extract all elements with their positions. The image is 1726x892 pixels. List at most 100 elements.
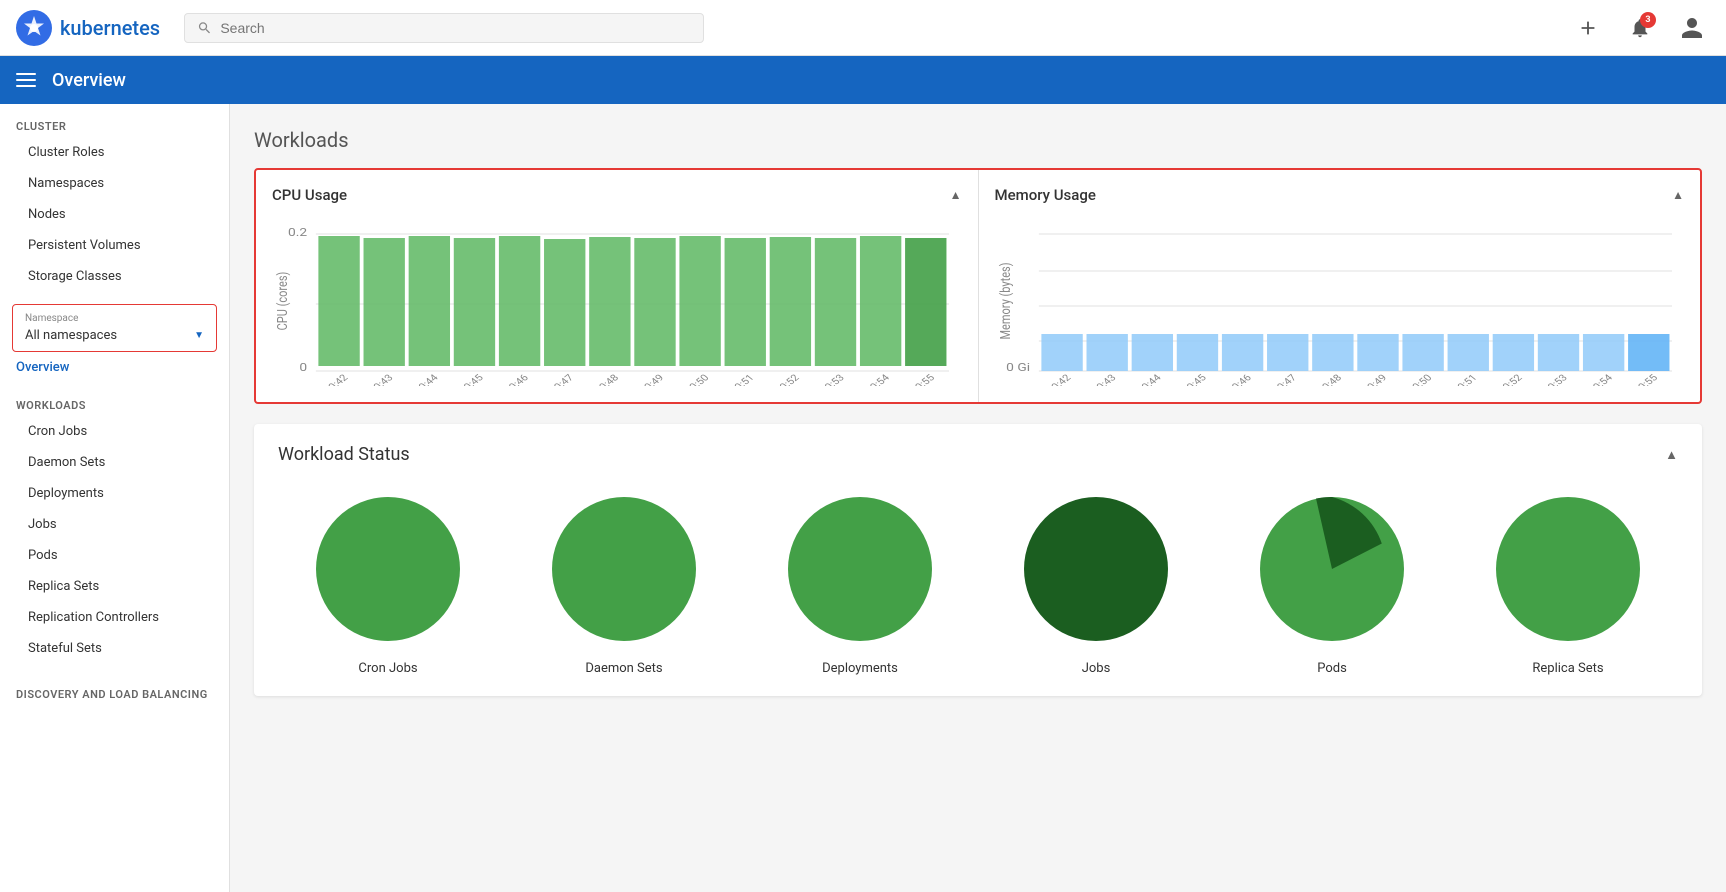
- sidebar-item-jobs[interactable]: Jobs: [0, 509, 229, 540]
- topbar-logo: kubernetes: [16, 10, 160, 46]
- cluster-section-label: Cluster: [0, 104, 229, 137]
- namespace-select[interactable]: All namespaces ▼: [25, 328, 204, 343]
- svg-text:10:52: 10:52: [774, 373, 803, 386]
- charts-container: CPU Usage ▲ 0.2 0 CPU (cores): [254, 168, 1702, 404]
- memory-chart-title: Memory Usage: [995, 186, 1096, 204]
- svg-text:10:49: 10:49: [638, 373, 667, 386]
- topbar: kubernetes 3: [0, 0, 1726, 56]
- add-button[interactable]: [1570, 10, 1606, 46]
- svg-text:10:45: 10:45: [458, 373, 487, 386]
- svg-text:10:52: 10:52: [1496, 373, 1525, 386]
- svg-text:10:42: 10:42: [322, 373, 351, 386]
- cpu-chart-collapse[interactable]: ▲: [950, 188, 962, 202]
- workload-status-card: Workload Status ▲ Cron Jobs Daemon Sets: [254, 424, 1702, 696]
- svg-text:0 Gi: 0 Gi: [1006, 361, 1030, 374]
- svg-text:10:45: 10:45: [1180, 373, 1209, 386]
- svg-text:10:47: 10:47: [1270, 373, 1299, 386]
- svg-text:10:46: 10:46: [503, 373, 532, 386]
- cron-jobs-label: Cron Jobs: [358, 661, 417, 676]
- svg-text:0: 0: [299, 361, 307, 374]
- svg-text:10:43: 10:43: [367, 373, 396, 386]
- workloads-section-label: Workloads: [0, 383, 229, 416]
- notifications-button[interactable]: 3: [1622, 10, 1658, 46]
- memory-chart-svg: Memory (bytes) 0 Gi: [995, 216, 1685, 386]
- sidebar-item-replica-sets[interactable]: Replica Sets: [0, 571, 229, 602]
- svg-text:10:44: 10:44: [1135, 373, 1164, 386]
- discovery-section-label: Discovery and Load Balancing: [0, 672, 229, 705]
- workload-item-deployments: Deployments: [780, 489, 940, 676]
- page-title: Overview: [52, 70, 126, 91]
- replica-sets-pie: [1488, 489, 1648, 649]
- workload-item-replica-sets: Replica Sets: [1488, 489, 1648, 676]
- daemon-sets-label: Daemon Sets: [585, 661, 662, 676]
- kubernetes-logo-icon: [16, 10, 52, 46]
- sidebar-item-cluster-roles[interactable]: Cluster Roles: [0, 137, 229, 168]
- search-icon: [197, 20, 212, 36]
- hamburger-button[interactable]: [16, 73, 36, 87]
- sidebar-item-persistent-volumes[interactable]: Persistent Volumes: [0, 230, 229, 261]
- jobs-label: Jobs: [1082, 661, 1111, 676]
- sidebar-item-deployments[interactable]: Deployments: [0, 478, 229, 509]
- sidebar-item-nodes[interactable]: Nodes: [0, 199, 229, 230]
- sidebar-item-daemon-sets[interactable]: Daemon Sets: [0, 447, 229, 478]
- sidebar-item-cron-jobs[interactable]: Cron Jobs: [0, 416, 229, 447]
- topbar-search-box[interactable]: [184, 13, 704, 43]
- workload-item-cron-jobs: Cron Jobs: [308, 489, 468, 676]
- cpu-chart-header: CPU Usage ▲: [272, 186, 962, 204]
- sidebar-item-overview[interactable]: Overview: [0, 352, 229, 383]
- memory-chart-collapse[interactable]: ▲: [1672, 188, 1684, 202]
- sidebar: Cluster Cluster Roles Namespaces Nodes P…: [0, 104, 230, 892]
- svg-text:10:54: 10:54: [1586, 373, 1615, 386]
- svg-text:10:50: 10:50: [1406, 373, 1435, 386]
- sidebar-item-pods[interactable]: Pods: [0, 540, 229, 571]
- deployments-label: Deployments: [822, 661, 898, 676]
- sidebar-item-replication-controllers[interactable]: Replication Controllers: [0, 602, 229, 633]
- header-bar: Overview: [0, 56, 1726, 104]
- svg-text:10:47: 10:47: [548, 373, 577, 386]
- svg-text:10:48: 10:48: [1316, 373, 1345, 386]
- namespace-value: All namespaces: [25, 328, 117, 343]
- workload-status-collapse[interactable]: ▲: [1665, 447, 1678, 463]
- svg-text:10:42: 10:42: [1045, 373, 1074, 386]
- memory-chart-panel: Memory Usage ▲ Memory (bytes) 0 Gi: [979, 170, 1701, 402]
- svg-text:10:43: 10:43: [1090, 373, 1119, 386]
- notification-badge: 3: [1640, 12, 1656, 28]
- workload-item-jobs: Jobs: [1016, 489, 1176, 676]
- content-area: Workloads CPU Usage ▲ 0.2 0 CPU (cores): [230, 104, 1726, 892]
- topbar-actions: 3: [1570, 10, 1710, 46]
- svg-text:10:53: 10:53: [1541, 373, 1570, 386]
- svg-text:10:51: 10:51: [728, 373, 756, 386]
- sidebar-item-storage-classes[interactable]: Storage Classes: [0, 261, 229, 292]
- svg-text:10:49: 10:49: [1361, 373, 1390, 386]
- namespace-dropdown[interactable]: Namespace All namespaces ▼: [12, 304, 217, 352]
- svg-text:10:48: 10:48: [593, 373, 622, 386]
- svg-text:10:50: 10:50: [683, 373, 712, 386]
- cron-jobs-pie: [308, 489, 468, 649]
- daemon-sets-pie: [544, 489, 704, 649]
- user-avatar[interactable]: [1674, 10, 1710, 46]
- workload-status-header: Workload Status ▲: [278, 444, 1678, 465]
- main-layout: Cluster Cluster Roles Namespaces Nodes P…: [0, 104, 1726, 892]
- jobs-pie: [1016, 489, 1176, 649]
- svg-text:10:55: 10:55: [1631, 373, 1660, 386]
- svg-text:10:44: 10:44: [413, 373, 442, 386]
- memory-chart-area: Memory (bytes) 0 Gi: [995, 216, 1685, 386]
- workloads-section-title: Workloads: [254, 128, 1702, 152]
- sidebar-item-namespaces[interactable]: Namespaces: [0, 168, 229, 199]
- workload-item-daemon-sets: Daemon Sets: [544, 489, 704, 676]
- svg-text:10:55: 10:55: [909, 373, 938, 386]
- workload-charts-row: Cron Jobs Daemon Sets Deployments: [278, 489, 1678, 676]
- search-input[interactable]: [220, 20, 691, 36]
- replica-sets-label: Replica Sets: [1532, 661, 1603, 676]
- svg-text:10:46: 10:46: [1225, 373, 1254, 386]
- svg-text:10:51: 10:51: [1451, 373, 1479, 386]
- sidebar-item-stateful-sets[interactable]: Stateful Sets: [0, 633, 229, 664]
- svg-text:10:54: 10:54: [864, 373, 893, 386]
- deployments-pie: [780, 489, 940, 649]
- workload-item-pods: Pods: [1252, 489, 1412, 676]
- pods-label: Pods: [1317, 661, 1347, 676]
- cpu-chart-title: CPU Usage: [272, 186, 347, 204]
- workload-status-title: Workload Status: [278, 444, 410, 465]
- pods-pie: [1252, 489, 1412, 649]
- svg-text:CPU (cores): CPU (cores): [275, 272, 292, 331]
